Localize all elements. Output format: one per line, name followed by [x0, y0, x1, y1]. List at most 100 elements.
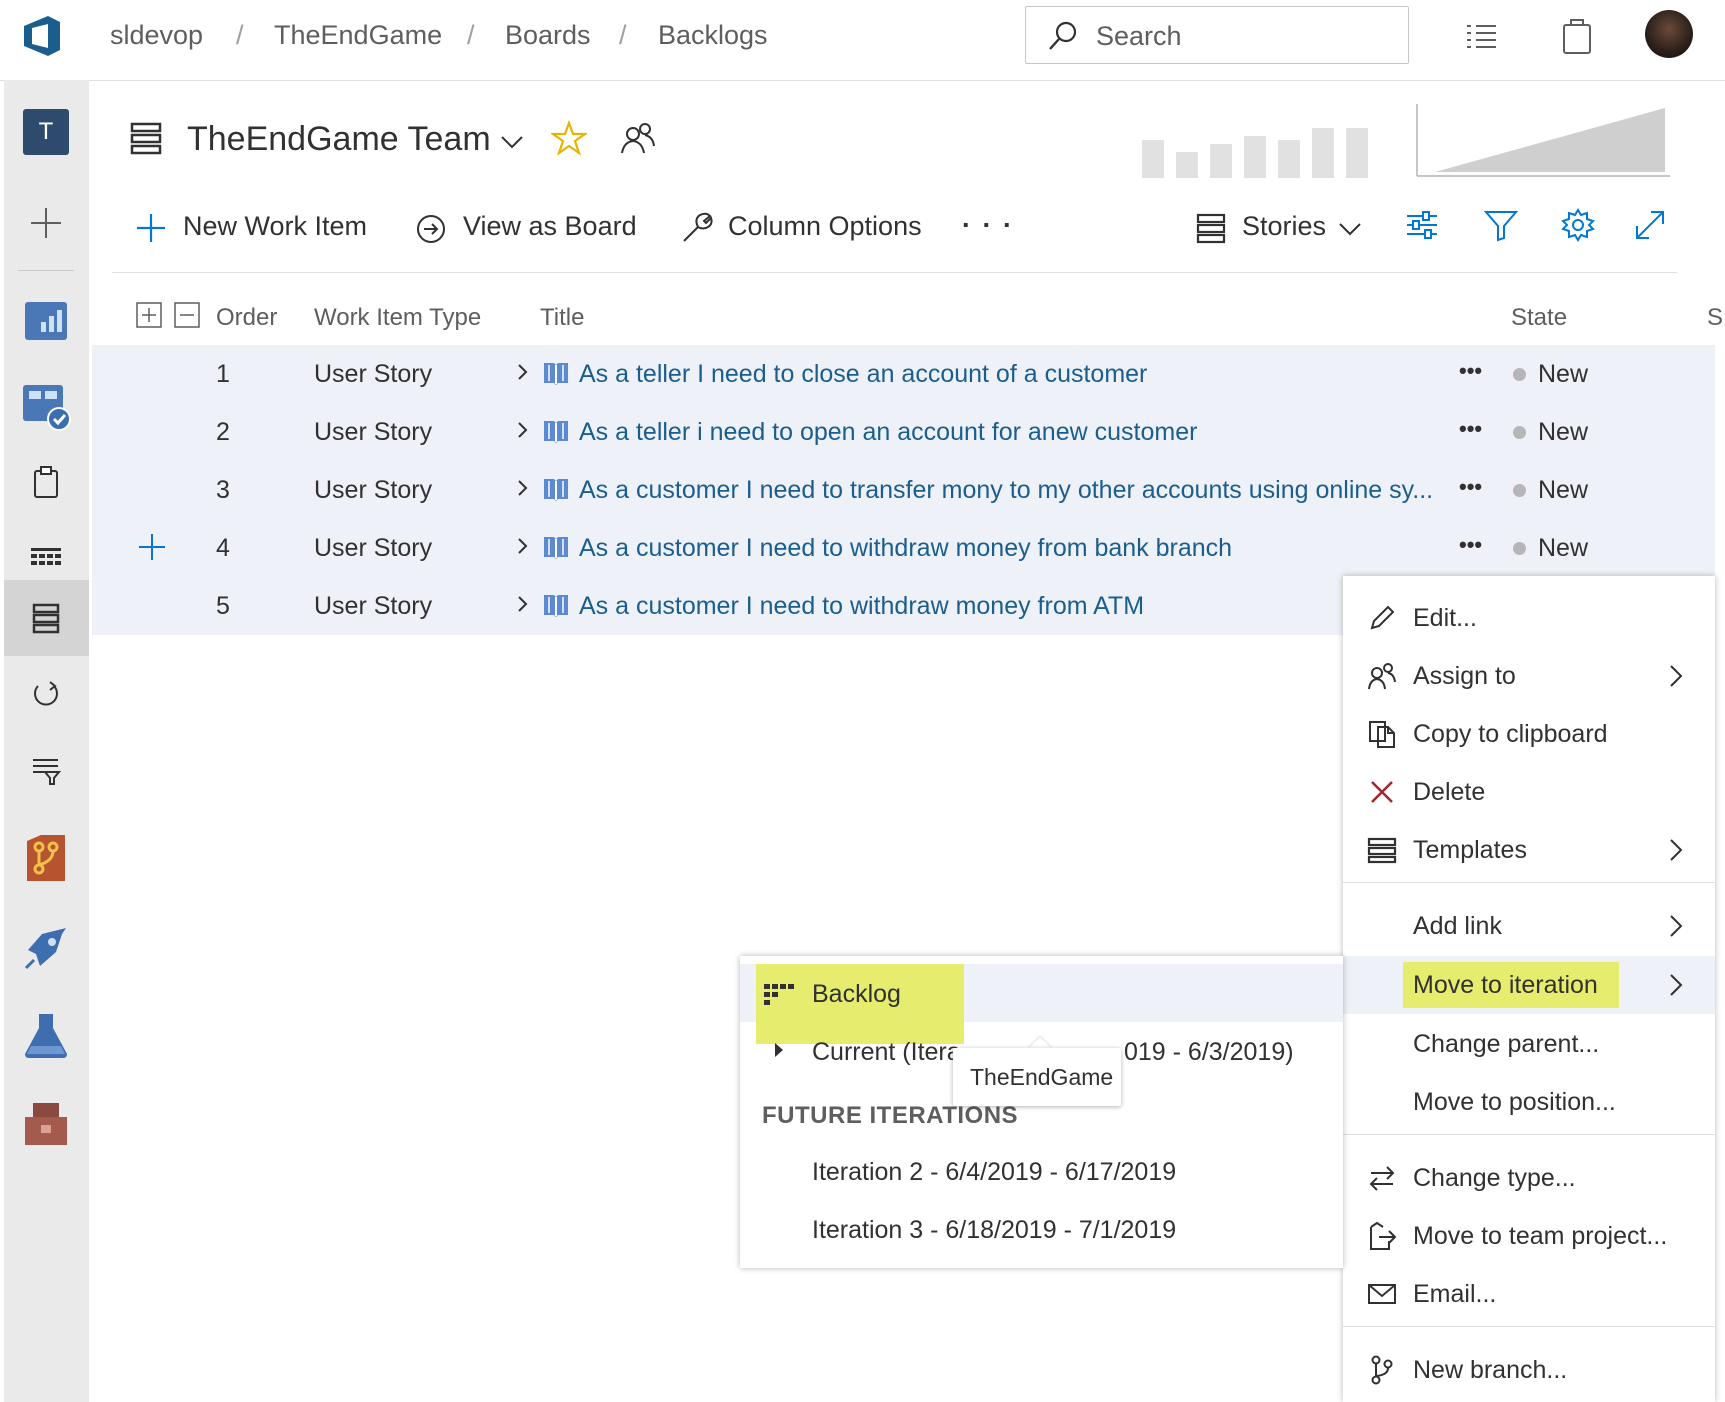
submenu-item-iteration-2[interactable]: Iteration 2 - 6/4/2019 - 6/17/2019: [740, 1144, 1343, 1200]
menu-item-new-branch[interactable]: New branch...: [1343, 1342, 1715, 1398]
collapse-all-icon[interactable]: [174, 302, 200, 333]
avatar[interactable]: [1645, 10, 1693, 58]
search-input[interactable]: Search: [1025, 6, 1409, 64]
menu-item-change-type[interactable]: Change type...: [1343, 1150, 1715, 1206]
backlog-grid-icon: [764, 982, 794, 1011]
menu-item-label: Templates: [1413, 836, 1527, 864]
artifacts-icon[interactable]: [18, 1096, 74, 1152]
boards-icon[interactable]: [18, 378, 74, 434]
work-items-list-icon[interactable]: [1464, 18, 1500, 59]
row-more-button[interactable]: •••: [1459, 474, 1482, 500]
chevron-right-icon: [1669, 838, 1683, 867]
arrow-circle-icon: [415, 213, 447, 250]
column-options-button[interactable]: Column Options: [680, 209, 935, 249]
fullscreen-expand-icon[interactable]: [1633, 208, 1667, 247]
backlog-level-selector[interactable]: Stories: [1196, 209, 1371, 249]
expand-all-icon[interactable]: [136, 302, 162, 333]
menu-item-edit[interactable]: Edit...: [1343, 590, 1715, 646]
pipelines-icon[interactable]: [18, 920, 74, 976]
nav-divider: [18, 270, 74, 271]
test-plans-icon[interactable]: [18, 1008, 74, 1064]
menu-item-copy-to-clipboard[interactable]: Copy to clipboard: [1343, 706, 1715, 762]
table-row[interactable]: 4 User Story As a customer I need to wit…: [92, 519, 1715, 577]
menu-item-templates[interactable]: Templates: [1343, 822, 1715, 878]
breadcrumb-project[interactable]: TheEndGame: [274, 20, 442, 51]
submenu-label: Iteration 3 - 6/18/2019 - 7/1/2019: [812, 1216, 1177, 1244]
gear-icon[interactable]: [1561, 208, 1595, 247]
project-avatar-icon[interactable]: T: [18, 104, 74, 160]
row-title-link[interactable]: As a teller i need to open an account fo…: [579, 418, 1197, 447]
backlogs-icon[interactable]: [18, 590, 74, 646]
menu-item-delete[interactable]: Delete: [1343, 764, 1715, 820]
submenu-item-backlog[interactable]: Backlog: [740, 964, 1343, 1044]
menu-item-move-to-iteration[interactable]: Move to iteration: [1343, 956, 1715, 1014]
row-title-link[interactable]: As a teller I need to close an account o…: [579, 360, 1147, 389]
new-work-item-button[interactable]: New Work Item: [135, 209, 375, 249]
marketplace-bag-icon[interactable]: [1560, 15, 1594, 60]
favorite-star-icon[interactable]: [549, 119, 589, 161]
row-more-button[interactable]: •••: [1459, 532, 1482, 558]
breadcrumb-org[interactable]: sldevop: [110, 20, 203, 51]
row-title-link[interactable]: As a customer I need to withdraw money f…: [579, 592, 1144, 621]
velocity-mini-chart[interactable]: [1140, 110, 1390, 178]
column-header-order[interactable]: Order: [216, 304, 277, 332]
expand-chevron-icon[interactable]: [516, 478, 530, 503]
view-as-board-button[interactable]: View as Board: [415, 209, 640, 249]
queries-icon[interactable]: [18, 742, 74, 798]
expand-chevron-icon[interactable]: [516, 536, 530, 561]
menu-item-move-to-position[interactable]: Move to position...: [1343, 1074, 1715, 1130]
user-story-book-icon: [542, 417, 570, 450]
menu-item-change-parent[interactable]: Change parent...: [1343, 1016, 1715, 1072]
row-title-link[interactable]: As a customer I need to withdraw money f…: [579, 534, 1232, 563]
submenu-label-current-left: Current (Itera: [812, 1038, 961, 1066]
search-icon: [1046, 19, 1080, 58]
menu-item-move-to-team-project[interactable]: Move to team project...: [1343, 1208, 1715, 1264]
row-more-button[interactable]: •••: [1459, 416, 1482, 442]
menu-item-label: Copy to clipboard: [1413, 720, 1608, 748]
repos-icon[interactable]: [18, 830, 74, 886]
expand-chevron-icon[interactable]: [516, 594, 530, 619]
table-row[interactable]: 3 User Story As a customer I need to tra…: [92, 461, 1715, 519]
row-more-button[interactable]: •••: [1459, 358, 1482, 384]
overview-icon[interactable]: [18, 293, 74, 349]
column-header-state[interactable]: State: [1511, 304, 1567, 332]
table-row[interactable]: 2 User Story As a teller i need to open …: [92, 403, 1715, 461]
row-order: 3: [216, 476, 230, 504]
row-state: New: [1538, 360, 1589, 388]
expand-chevron-icon[interactable]: [516, 420, 530, 445]
team-members-icon[interactable]: [620, 120, 656, 161]
menu-item-email[interactable]: Email...: [1343, 1266, 1715, 1322]
view-options-icon[interactable]: [1405, 208, 1439, 247]
row-type: User Story: [314, 534, 433, 562]
chevron-down-icon[interactable]: [500, 134, 524, 155]
menu-item-assign-to[interactable]: Assign to: [1343, 648, 1715, 704]
menu-item-label: Edit...: [1413, 604, 1477, 632]
row-order: 2: [216, 418, 230, 446]
menu-item-label: Move to team project...: [1413, 1222, 1668, 1250]
team-name[interactable]: TheEndGame Team: [187, 120, 491, 159]
column-header-type[interactable]: Work Item Type: [314, 304, 481, 332]
submenu-item-iteration-3[interactable]: Iteration 3 - 6/18/2019 - 7/1/2019: [740, 1202, 1343, 1258]
state-dot: [1513, 484, 1526, 497]
submenu-label-current-right: 019 - 6/3/2019): [1124, 1038, 1294, 1066]
add-icon[interactable]: [18, 195, 74, 251]
menu-item-add-link[interactable]: Add link: [1343, 898, 1715, 954]
state-dot: [1513, 426, 1526, 439]
breadcrumb-section[interactable]: Boards: [505, 20, 591, 51]
add-child-icon[interactable]: [137, 532, 167, 567]
more-options-button[interactable]: · · ·: [962, 210, 1014, 241]
azure-devops-logo-icon[interactable]: [18, 12, 66, 60]
expand-chevron-icon[interactable]: [516, 362, 530, 387]
board-grid-icon[interactable]: [18, 530, 74, 586]
row-title-link[interactable]: As a customer I need to transfer mony to…: [579, 476, 1433, 505]
table-row[interactable]: 1 User Story As a teller I need to close…: [92, 345, 1715, 403]
menu-item-label: Assign to: [1413, 662, 1516, 690]
work-items-icon[interactable]: [18, 454, 74, 510]
column-header-clipped[interactable]: S: [1707, 304, 1723, 332]
burndown-mini-chart[interactable]: [1415, 104, 1670, 180]
sprints-icon[interactable]: [18, 666, 74, 722]
filter-icon[interactable]: [1483, 208, 1519, 247]
submenu-label: Iteration 2 - 6/4/2019 - 6/17/2019: [812, 1158, 1177, 1186]
breadcrumb-page[interactable]: Backlogs: [658, 20, 768, 51]
column-header-title[interactable]: Title: [540, 304, 584, 332]
